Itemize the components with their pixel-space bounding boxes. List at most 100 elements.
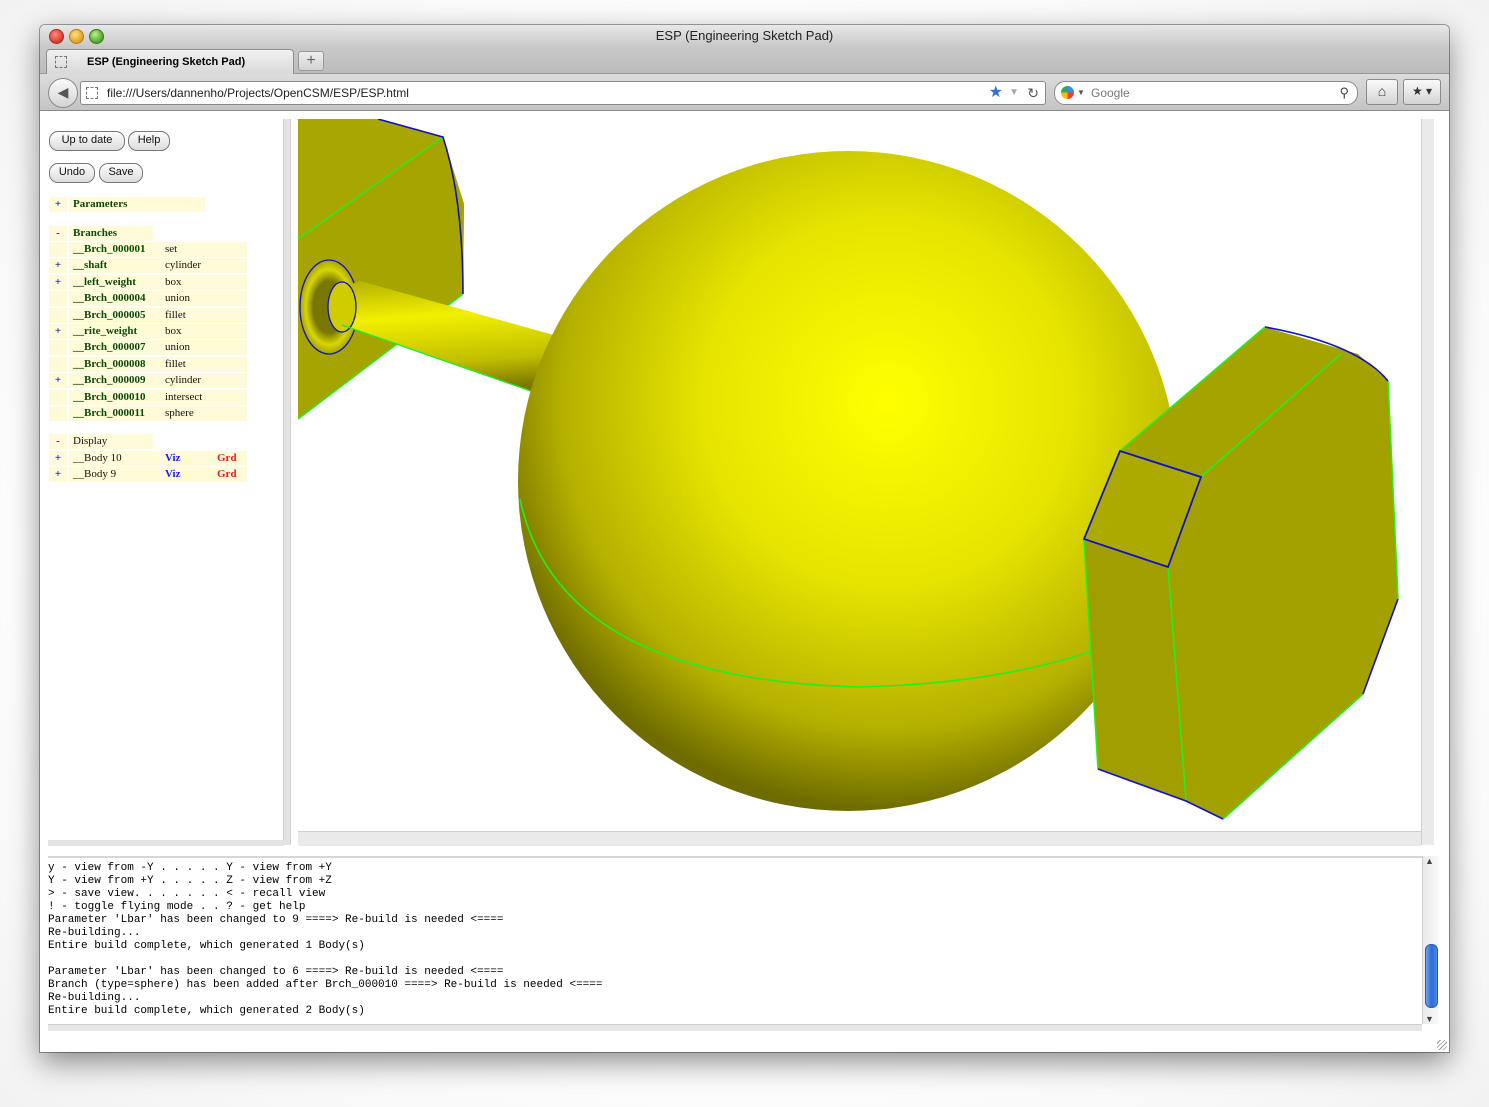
branch-toggle[interactable] xyxy=(49,242,67,257)
branches-header[interactable]: Branches xyxy=(69,226,153,241)
bookmarks-menu-icon: ★ ▾ xyxy=(1411,84,1433,98)
history-dropdown-icon[interactable]: ▼ xyxy=(1009,82,1019,104)
branch-name[interactable]: __Brch_000008 xyxy=(69,357,161,372)
search-bar[interactable]: ▼ Google ⚲ xyxy=(1054,81,1358,105)
body-name[interactable]: __Body 10 xyxy=(69,451,161,466)
scroll-thumb[interactable] xyxy=(1425,944,1438,1008)
branch-type: cylinder xyxy=(161,373,213,388)
tab-esp[interactable]: ESP (Engineering Sketch Pad) xyxy=(46,49,294,74)
console-line: Re-building... xyxy=(48,992,141,1004)
body-toggle[interactable]: + xyxy=(49,467,67,482)
branch-toggle[interactable] xyxy=(49,340,67,355)
url-text[interactable]: file:///Users/dannenho/Projects/OpenCSM/… xyxy=(107,82,409,104)
scroll-down-icon[interactable]: ▼ xyxy=(1425,1014,1434,1024)
body-toggle[interactable]: + xyxy=(49,451,67,466)
branch-toggle[interactable]: + xyxy=(49,275,67,290)
branch-extra-cell xyxy=(213,340,247,355)
branch-toggle[interactable]: + xyxy=(49,373,67,388)
scroll-up-icon[interactable]: ▲ xyxy=(1425,856,1434,866)
grd-toggle[interactable]: Grd xyxy=(213,451,247,466)
body-name[interactable]: __Body 9 xyxy=(69,467,161,482)
branch-toggle[interactable]: + xyxy=(49,324,67,339)
sphere xyxy=(518,151,1178,811)
branch-name[interactable]: __rite_weight xyxy=(69,324,161,339)
branch-type: fillet xyxy=(161,357,213,372)
branch-toggle[interactable]: + xyxy=(49,258,67,273)
panel-splitter[interactable] xyxy=(283,119,291,845)
branch-toggle[interactable] xyxy=(49,357,67,372)
branch-type: cylinder xyxy=(161,258,213,273)
branch-extra-cell xyxy=(213,308,247,323)
branch-toggle[interactable] xyxy=(49,308,67,323)
display-header[interactable]: Display xyxy=(69,434,153,449)
save-button[interactable]: Save xyxy=(99,163,143,183)
google-icon[interactable] xyxy=(1061,86,1074,99)
home-button[interactable]: ⌂ xyxy=(1366,79,1398,105)
bookmarks-menu-button[interactable]: ★ ▾ xyxy=(1403,79,1441,105)
branch-type: intersect xyxy=(161,390,213,405)
expand-toggle[interactable]: + xyxy=(49,197,67,212)
help-button[interactable]: Help xyxy=(128,131,170,151)
branch-extra-cell xyxy=(213,291,247,306)
title-bar[interactable]: ESP (Engineering Sketch Pad) xyxy=(40,25,1449,47)
bookmark-star-icon[interactable]: ★ xyxy=(989,82,1003,104)
address-bar[interactable]: file:///Users/dannenho/Projects/OpenCSM/… xyxy=(80,81,1046,105)
console-line: Parameter 'Lbar' has been changed to 9 =… xyxy=(48,914,504,926)
viz-toggle[interactable]: Viz xyxy=(161,467,213,482)
branch-name[interactable]: __shaft xyxy=(69,258,161,273)
window-title: ESP (Engineering Sketch Pad) xyxy=(655,28,834,43)
console-line: > - save view. . . . . . . < - recall vi… xyxy=(48,888,326,900)
undo-button[interactable]: Undo xyxy=(49,163,95,183)
zoom-window-icon[interactable] xyxy=(89,29,104,44)
console-line: Parameter 'Lbar' has been changed to 6 =… xyxy=(48,966,504,978)
back-button[interactable]: ◀ xyxy=(48,78,78,108)
branch-toggle[interactable] xyxy=(49,291,67,306)
close-window-icon[interactable] xyxy=(49,29,64,44)
branch-type: box xyxy=(161,275,213,290)
resize-grip-icon[interactable] xyxy=(1437,1040,1447,1050)
branch-name[interactable]: __Brch_000009 xyxy=(69,373,161,388)
search-icon[interactable]: ⚲ xyxy=(1339,82,1349,104)
page-icon xyxy=(86,87,98,99)
branch-extra-cell xyxy=(213,390,247,405)
branch-name[interactable]: __Brch_000010 xyxy=(69,390,161,405)
back-arrow-icon: ◀ xyxy=(57,84,69,100)
collapse-toggle[interactable]: - xyxy=(49,226,67,241)
console-line: Re-building... xyxy=(48,927,141,939)
tree-panel-bottom xyxy=(48,840,284,846)
branch-type: fillet xyxy=(161,308,213,323)
tab-bar: ESP (Engineering Sketch Pad) + xyxy=(40,47,1449,74)
branch-extra-cell xyxy=(213,357,247,372)
search-input[interactable]: Google xyxy=(1091,82,1130,104)
tab-label: ESP (Engineering Sketch Pad) xyxy=(87,56,246,68)
model-render[interactable] xyxy=(298,119,1421,829)
branch-name[interactable]: __Brch_000007 xyxy=(69,340,161,355)
viz-toggle[interactable]: Viz xyxy=(161,451,213,466)
branch-type: sphere xyxy=(161,406,213,421)
branch-type: set xyxy=(161,242,213,257)
up-to-date-button[interactable]: Up to date xyxy=(49,131,125,151)
viewport-splitter[interactable] xyxy=(298,831,1421,846)
new-tab-button[interactable]: + xyxy=(298,51,324,71)
branch-toggle[interactable] xyxy=(49,406,67,421)
branch-name[interactable]: __left_weight xyxy=(69,275,161,290)
branch-name[interactable]: __Brch_000005 xyxy=(69,308,161,323)
console-line: y - view from -Y . . . . . Y - view from… xyxy=(48,862,332,874)
collapse-toggle[interactable]: - xyxy=(49,434,67,449)
console-line: ! - toggle flying mode . . ? - get help xyxy=(48,901,306,913)
branch-name[interactable]: __Brch_000004 xyxy=(69,291,161,306)
branch-name[interactable]: __Brch_000001 xyxy=(69,242,161,257)
3d-viewport[interactable] xyxy=(298,119,1421,829)
grd-toggle[interactable]: Grd xyxy=(213,467,247,482)
search-engine-dropdown-icon[interactable]: ▼ xyxy=(1077,82,1085,104)
parameters-header[interactable]: Parameters xyxy=(69,197,205,212)
minimize-window-icon[interactable] xyxy=(69,29,84,44)
branch-name[interactable]: __Brch_000011 xyxy=(69,406,161,421)
reload-icon[interactable]: ↻ xyxy=(1027,82,1039,104)
navigation-toolbar: ◀ file:///Users/dannenho/Projects/OpenCS… xyxy=(40,74,1449,111)
branch-toggle[interactable] xyxy=(49,390,67,405)
branch-extra-cell xyxy=(213,373,247,388)
console-scrollbar[interactable]: ▲ ▼ xyxy=(1422,856,1439,1024)
message-console[interactable]: y - view from -Y . . . . . Y - view from… xyxy=(48,856,1422,1028)
